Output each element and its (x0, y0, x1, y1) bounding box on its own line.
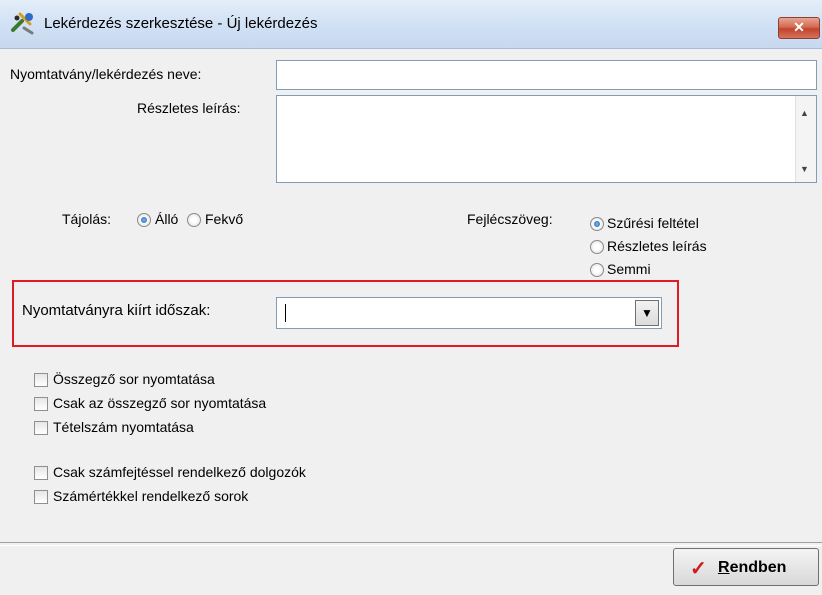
app-wrench-icon (10, 10, 36, 36)
footer-divider (0, 542, 822, 546)
checkbox-summary-row-label: Összegző sor nyomtatása (53, 371, 215, 387)
close-icon: ✕ (793, 19, 805, 35)
orientation-radio-portrait[interactable] (137, 213, 151, 227)
description-textarea[interactable]: ▲ ▼ (276, 95, 817, 183)
header-radio-filter[interactable] (590, 217, 604, 231)
ok-button[interactable]: ✓ Rendben (673, 548, 819, 586)
title-bar[interactable]: Lekérdezés szerkesztése - Új lekérdezés … (0, 0, 822, 49)
checkbox-payroll-employees-label: Csak számfejtéssel rendelkező dolgozók (53, 464, 306, 480)
checkbox-item-count-label: Tételszám nyomtatása (53, 419, 194, 435)
header-option-none: Semmi (607, 261, 651, 277)
period-dropdown-button[interactable]: ▼ (635, 300, 659, 326)
header-text-label: Fejlécszöveg: (467, 211, 553, 227)
period-label: Nyomtatványra kiírt időszak: (22, 302, 211, 319)
chevron-down-icon: ▼ (641, 306, 653, 320)
description-label: Részletes leírás: (137, 100, 241, 116)
name-label: Nyomtatvány/lekérdezés neve: (10, 66, 202, 82)
window-title: Lekérdezés szerkesztése - Új lekérdezés (44, 15, 318, 32)
checkbox-summary-only-label: Csak az összegző sor nyomtatása (53, 395, 267, 411)
checkbox-payroll-employees[interactable] (34, 466, 48, 480)
scroll-down-icon[interactable]: ▼ (800, 164, 809, 174)
dialog-window: Lekérdezés szerkesztése - Új lekérdezés … (0, 0, 822, 595)
period-combobox[interactable]: ▼ (276, 297, 662, 329)
orientation-option-portrait: Álló (155, 211, 179, 227)
header-option-filter: Szűrési feltétel (607, 215, 699, 231)
scroll-up-icon[interactable]: ▲ (800, 108, 809, 118)
checkbox-numeric-rows-label: Számértékkel rendelkező sorok (53, 488, 249, 504)
checkbox-summary-row[interactable] (34, 373, 48, 387)
orientation-label: Tájolás: (62, 211, 112, 227)
text-cursor (285, 304, 286, 322)
close-button[interactable]: ✕ (778, 17, 820, 39)
checkbox-item-count[interactable] (34, 421, 48, 435)
description-scrollbar[interactable]: ▲ ▼ (795, 96, 816, 182)
checkmark-icon: ✓ (690, 558, 707, 580)
checkbox-numeric-rows[interactable] (34, 490, 48, 504)
header-option-description: Részletes leírás (607, 238, 707, 254)
header-radio-description[interactable] (590, 240, 604, 254)
ok-button-label: Rendben (718, 559, 787, 576)
header-radio-none[interactable] (590, 263, 604, 277)
orientation-radio-landscape[interactable] (187, 213, 201, 227)
checkbox-summary-only[interactable] (34, 397, 48, 411)
orientation-option-landscape: Fekvő (205, 211, 244, 227)
name-input[interactable] (276, 60, 817, 90)
